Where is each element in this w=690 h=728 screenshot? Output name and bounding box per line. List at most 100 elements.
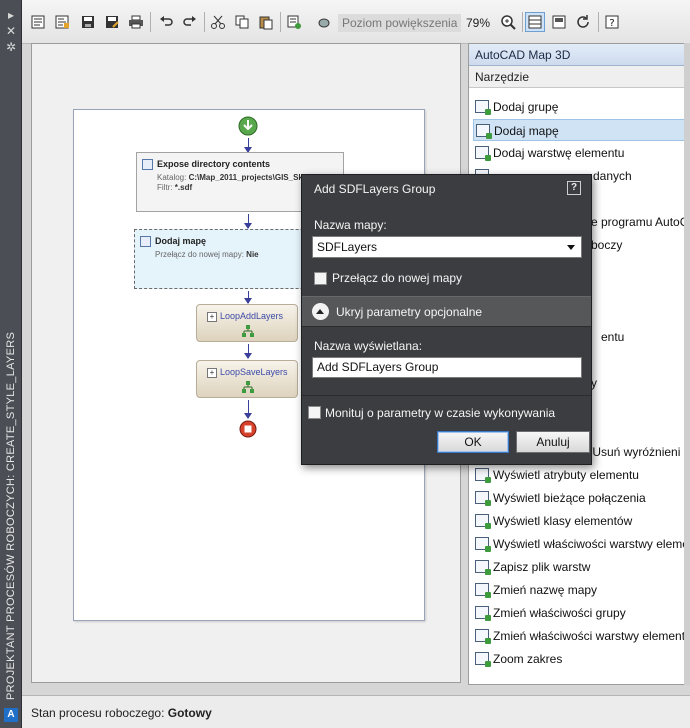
workflow-status: Stan procesu roboczego: Gotowy <box>31 706 212 720</box>
redo-icon[interactable] <box>180 12 200 32</box>
dialog-divider <box>302 395 591 396</box>
expose-node-catalog: Katalog: C:\Map_2011_projects\GIS_Sk <box>157 173 303 182</box>
prompt-runtime-label: Monituj o parametry w czasie wykonywania <box>325 406 556 420</box>
list-item[interactable]: Wyświetl bieżące połączenia <box>473 487 685 509</box>
loop-add-layers-label: LoopAddLayers <box>207 311 283 322</box>
paste-icon[interactable] <box>256 12 276 32</box>
zoom-level-label: Poziom powiększenia <box>338 14 462 32</box>
prompt-runtime-checkbox[interactable] <box>308 406 321 419</box>
list-item[interactable]: Zmień właściwości grupy <box>473 602 685 624</box>
cut-icon[interactable] <box>208 12 228 32</box>
dialog-title: Add SDFLayers Group <box>314 182 436 196</box>
list-item[interactable]: Wyświetl klasy elementów <box>473 510 685 532</box>
zoom-level-value: 79% <box>466 16 491 30</box>
view-classes-icon <box>475 514 491 529</box>
toolbar-separator <box>522 12 523 32</box>
sequence-tree-icon <box>242 325 254 337</box>
expose-node-title: Expose directory contents <box>157 159 271 169</box>
map-name-select[interactable]: SDFLayers <box>312 236 582 258</box>
save-icon[interactable] <box>78 12 98 32</box>
add-map-node-switch: Przełącz do nowej mapy: Nie <box>155 250 259 259</box>
add-feature-layer-icon <box>475 146 491 161</box>
switch-new-map-checkbox[interactable] <box>314 272 327 285</box>
list-item[interactable]: Zapisz plik warstw <box>473 556 685 578</box>
toolbar-separator <box>204 12 205 32</box>
group-properties-icon <box>475 606 491 621</box>
workflow-start-icon[interactable] <box>238 116 258 136</box>
refresh-icon[interactable] <box>573 12 593 32</box>
display-name-input[interactable]: Add SDFLayers Group <box>312 357 582 378</box>
view-connections-icon <box>475 491 491 506</box>
add-map-node-title: Dodaj mapę <box>155 236 207 246</box>
activity-icon <box>142 159 153 170</box>
zoom-icon[interactable] <box>498 12 518 32</box>
workflow-arrow <box>244 138 252 153</box>
add-group-icon <box>475 100 491 115</box>
print-icon[interactable] <box>126 12 146 32</box>
list-item[interactable]: Dodaj grupę <box>473 96 685 118</box>
ok-button[interactable]: OK <box>437 431 509 453</box>
workflow-properties-icon[interactable] <box>52 12 72 32</box>
view-attributes-icon <box>475 468 491 483</box>
view-layer-properties-icon <box>475 537 491 552</box>
cancel-button[interactable]: Anuluj <box>516 431 590 453</box>
toolbar: Poziom powiększenia 79% ? <box>22 0 690 44</box>
undo-icon[interactable] <box>156 12 176 32</box>
loop-add-layers-node[interactable]: LoopAddLayers <box>196 304 298 342</box>
grid-view-icon[interactable] <box>525 12 545 32</box>
status-bar: Stan procesu roboczego: Gotowy <box>22 695 690 728</box>
add-sdflayers-group-dialog: Add SDFLayers Group ? Nazwa mapy: SDFLay… <box>301 174 592 465</box>
workflow-arrow <box>244 400 252 419</box>
pan-icon[interactable] <box>314 12 334 32</box>
chevron-down-icon <box>567 245 575 250</box>
switch-new-map-label: Przełącz do nowej mapy <box>332 271 463 285</box>
add-map-node-icon <box>140 236 151 247</box>
toolbar-separator <box>150 12 151 32</box>
workflow-arrow <box>244 291 252 304</box>
workflow-arrow <box>244 344 252 359</box>
collapse-icon[interactable] <box>312 303 329 320</box>
panel-category[interactable]: Narzędzie <box>469 66 685 88</box>
autocad-logo-icon: A <box>4 708 18 722</box>
close-icon[interactable]: ✕ <box>4 24 18 38</box>
save-as-icon[interactable] <box>102 12 122 32</box>
list-item[interactable]: Dodaj warstwę elementu <box>473 142 685 164</box>
settings-icon[interactable]: ✲ <box>4 40 18 54</box>
help-icon[interactable]: ? <box>567 181 581 195</box>
sequence-tree-icon <box>242 381 254 393</box>
map-name-label: Nazwa mapy: <box>314 218 387 232</box>
properties-icon[interactable] <box>28 12 48 32</box>
pin-icon[interactable]: ▸ <box>4 8 18 22</box>
copy-icon[interactable] <box>232 12 252 32</box>
list-item[interactable]: Zmień nazwę mapy <box>473 579 685 601</box>
zoom-extents-icon <box>475 652 491 667</box>
list-item[interactable]: Zoom zakres <box>473 648 685 670</box>
workflow-arrow <box>244 214 252 229</box>
workflow-end-icon[interactable] <box>239 420 257 438</box>
sidebar-title: PROJEKTANT PROCESÓW ROBOCZYCH: CREATE_ST… <box>5 331 17 700</box>
list-item[interactable]: Wyświetl właściwości warstwy eleme <box>473 533 685 555</box>
status-value: Gotowy <box>167 706 212 720</box>
save-layer-file-icon <box>475 560 491 575</box>
run-workflow-icon[interactable] <box>284 12 304 32</box>
expose-node-filter: Filtr: *.sdf <box>157 183 193 192</box>
display-name-label: Nazwa wyświetlana: <box>314 339 423 353</box>
rename-map-icon <box>475 583 491 598</box>
toolbar-separator <box>280 12 281 32</box>
workflow-designer-sidebar: ▸ ✕ ✲ PROJEKTANT PROCESÓW ROBOCZYCH: CRE… <box>0 0 22 728</box>
optional-params-header[interactable]: Ukryj parametry opcjonalne <box>302 296 591 327</box>
optional-params-label: Ukryj parametry opcjonalne <box>336 305 483 319</box>
add-map-icon <box>476 124 492 139</box>
list-item[interactable]: Zmień właściwości warstwy element <box>473 625 685 647</box>
toolbar-separator <box>598 12 599 32</box>
list-item[interactable]: Wyświetl atrybuty elementu <box>473 464 685 486</box>
panel-scrollbar[interactable] <box>684 43 690 685</box>
list-item[interactable]: Dodaj mapę <box>473 119 685 141</box>
loop-save-layers-label: LoopSaveLayers <box>207 367 288 378</box>
loop-save-layers-node[interactable]: LoopSaveLayers <box>196 360 298 398</box>
panel-title: AutoCAD Map 3D <box>469 44 685 66</box>
svg-text:?: ? <box>609 18 614 29</box>
help-icon[interactable]: ? <box>602 12 622 32</box>
toolbox-icon[interactable] <box>549 12 569 32</box>
layer-properties-icon <box>475 629 491 644</box>
